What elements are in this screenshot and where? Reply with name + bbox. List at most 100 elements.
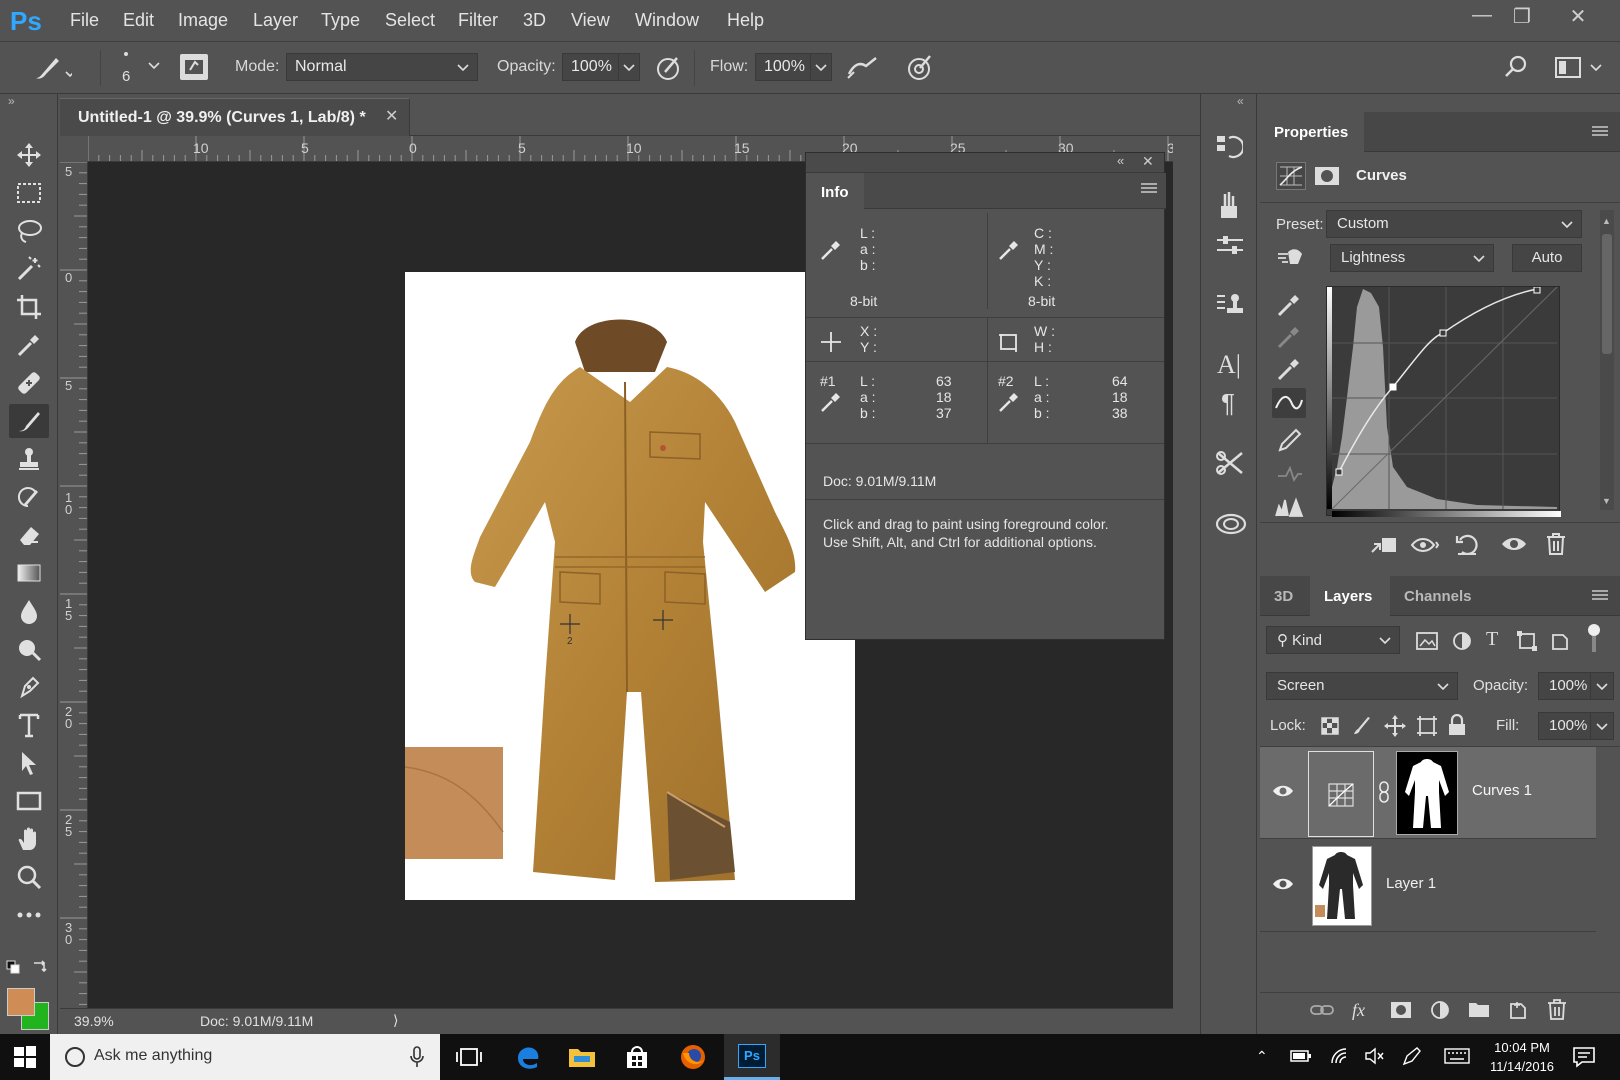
properties-scrollbar[interactable]: ▲ ▼ — [1600, 210, 1614, 510]
layer-visibility-icon[interactable] — [1272, 783, 1294, 799]
workspace-icon[interactable] — [1555, 56, 1605, 80]
restore-icon[interactable]: ❐ — [1500, 4, 1544, 32]
zoom-level[interactable]: 39.9% — [74, 1013, 114, 1029]
libraries-panel-icon[interactable] — [1215, 512, 1247, 536]
collapse-toolbar-icon[interactable]: » — [8, 94, 15, 108]
menu-filter[interactable]: Filter — [458, 10, 498, 31]
sample-shadows-eyedropper-icon[interactable] — [1276, 292, 1302, 318]
layer-mask-icon[interactable] — [1312, 162, 1342, 190]
brushes-panel-icon[interactable] — [1215, 190, 1243, 220]
panel-menu-icon[interactable] — [1141, 183, 1157, 195]
gradient-tool-icon[interactable] — [9, 556, 49, 590]
photoshop-taskbar-button[interactable]: Ps — [724, 1034, 780, 1080]
filter-toggle[interactable] — [1588, 624, 1600, 654]
sample-midtones-eyedropper-icon[interactable] — [1276, 324, 1302, 350]
close-window-icon[interactable]: ✕ — [1556, 4, 1600, 32]
mode-select[interactable]: Normal — [286, 53, 478, 81]
clipping-warning-icon[interactable] — [1274, 496, 1306, 518]
adjustments-panel-icon[interactable] — [1215, 234, 1245, 258]
swap-colors-icon[interactable] — [32, 958, 48, 974]
menu-image[interactable]: Image — [178, 10, 228, 31]
task-view-icon[interactable] — [456, 1046, 482, 1068]
curves-graph[interactable] — [1326, 286, 1561, 517]
menu-layer[interactable]: Layer — [253, 10, 298, 31]
history-brush-tool-icon[interactable] — [9, 480, 49, 514]
lock-all-icon[interactable] — [1448, 714, 1466, 736]
close-panel-icon[interactable]: ✕ — [1142, 153, 1154, 170]
notifications-icon[interactable] — [1572, 1046, 1596, 1068]
layer-name[interactable]: Layer 1 — [1386, 875, 1436, 892]
zoom-tool-icon[interactable] — [9, 860, 49, 894]
brush-tool-icon[interactable] — [9, 404, 49, 438]
more-tools-icon[interactable] — [9, 898, 49, 932]
channel-select[interactable]: Lightness — [1330, 244, 1494, 272]
menu-type[interactable]: Type — [321, 10, 360, 31]
lasso-tool-icon[interactable] — [9, 214, 49, 248]
layer-style-fx-icon[interactable]: fx — [1352, 1000, 1365, 1021]
on-image-adjust-icon[interactable] — [1276, 244, 1306, 270]
windows-start-icon[interactable] — [14, 1046, 36, 1068]
layer-filter-select[interactable]: ⚲ Kind — [1266, 626, 1400, 654]
tab-properties[interactable]: Properties — [1260, 112, 1364, 152]
layer-mask-thumbnail[interactable] — [1396, 751, 1458, 835]
pressure-opacity-icon[interactable] — [655, 54, 683, 82]
toggle-visibility-icon[interactable] — [1500, 534, 1528, 554]
paragraph-panel-icon[interactable]: ¶ — [1221, 388, 1235, 419]
show-hidden-icons[interactable]: ⌃ — [1256, 1048, 1268, 1065]
rectangle-tool-icon[interactable] — [9, 784, 49, 818]
crop-tool-icon[interactable] — [9, 290, 49, 324]
document-canvas[interactable]: 2 — [405, 272, 855, 900]
lock-transparent-icon[interactable] — [1320, 716, 1340, 736]
preset-select[interactable]: Custom — [1326, 210, 1582, 238]
tab-info[interactable]: Info — [806, 173, 864, 209]
layer-name[interactable]: Curves 1 — [1472, 782, 1532, 799]
history-panel-icon[interactable] — [1215, 134, 1243, 160]
layer-opacity-field[interactable]: 100% — [1538, 672, 1592, 700]
firefox-icon[interactable] — [679, 1043, 707, 1071]
layer-row[interactable]: Layer 1 — [1260, 840, 1596, 932]
menu-window[interactable]: Window — [635, 10, 699, 31]
new-layer-icon[interactable] — [1508, 1000, 1528, 1020]
edge-browser-icon[interactable] — [514, 1044, 540, 1070]
filter-pixel-layers-icon[interactable] — [1416, 632, 1438, 650]
smooth-curve-icon[interactable] — [1276, 462, 1304, 484]
link-layers-icon[interactable] — [1310, 1002, 1334, 1018]
filter-adjustment-layers-icon[interactable] — [1452, 631, 1472, 651]
microphone-icon[interactable] — [410, 1046, 424, 1068]
airbrush-icon[interactable] — [846, 54, 880, 82]
add-mask-icon[interactable] — [1390, 1000, 1412, 1020]
menu-select[interactable]: Select — [385, 10, 435, 31]
clock[interactable]: 10:04 PM 11/14/2016 — [1480, 1038, 1564, 1076]
clone-source-panel-icon[interactable] — [1215, 292, 1245, 320]
pen-workspace-icon[interactable] — [1402, 1046, 1422, 1066]
new-group-icon[interactable] — [1468, 1000, 1490, 1018]
flow-field[interactable]: 100% — [755, 53, 813, 81]
marquee-tool-icon[interactable] — [9, 176, 49, 210]
delete-layer-icon[interactable] — [1546, 998, 1568, 1020]
menu-view[interactable]: View — [571, 10, 610, 31]
expand-panels-icon[interactable]: « — [1237, 94, 1244, 108]
store-icon[interactable] — [624, 1044, 650, 1070]
document-tab[interactable]: Untitled-1 @ 39.9% (Curves 1, Lab/8) * ✕ — [60, 98, 410, 136]
minimize-icon[interactable]: — — [1460, 4, 1504, 32]
menu-file[interactable]: File — [70, 10, 99, 31]
layer-visibility-icon[interactable] — [1272, 876, 1294, 892]
keyboard-icon[interactable] — [1444, 1048, 1470, 1064]
brush-panel-toggle-icon[interactable] — [180, 54, 208, 80]
tab-3d[interactable]: 3D — [1260, 576, 1310, 616]
brush-tool-preset-icon[interactable] — [30, 52, 72, 86]
fill-field[interactable]: 100% — [1538, 712, 1592, 740]
flow-dropdown[interactable] — [810, 53, 832, 81]
file-explorer-icon[interactable] — [568, 1046, 596, 1068]
volume-muted-icon[interactable] — [1364, 1047, 1384, 1065]
default-colors-icon[interactable] — [6, 960, 20, 974]
tab-layers[interactable]: Layers — [1310, 576, 1390, 616]
curve-edit-points-icon[interactable] — [1272, 388, 1306, 418]
foreground-color-swatch[interactable] — [7, 988, 35, 1016]
pressure-size-icon[interactable] — [906, 54, 934, 82]
fill-dropdown[interactable] — [1590, 712, 1614, 740]
filter-shape-layers-icon[interactable] — [1516, 631, 1538, 651]
move-tool-icon[interactable] — [9, 138, 49, 172]
collapse-panel-icon[interactable]: « — [1117, 153, 1124, 168]
reset-adjustment-icon[interactable] — [1454, 532, 1480, 556]
